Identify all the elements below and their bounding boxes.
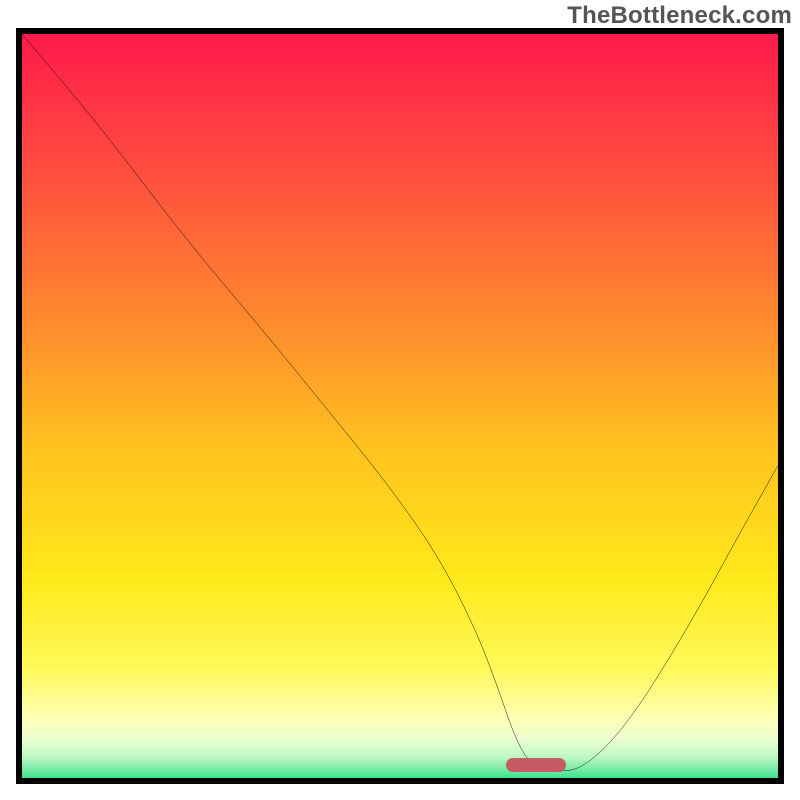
optimal-range-marker <box>506 758 566 772</box>
watermark-text: TheBottleneck.com <box>567 2 792 30</box>
plot-frame <box>16 28 784 784</box>
bottleneck-curve <box>22 34 778 778</box>
chart-stage: TheBottleneck.com <box>0 0 800 800</box>
